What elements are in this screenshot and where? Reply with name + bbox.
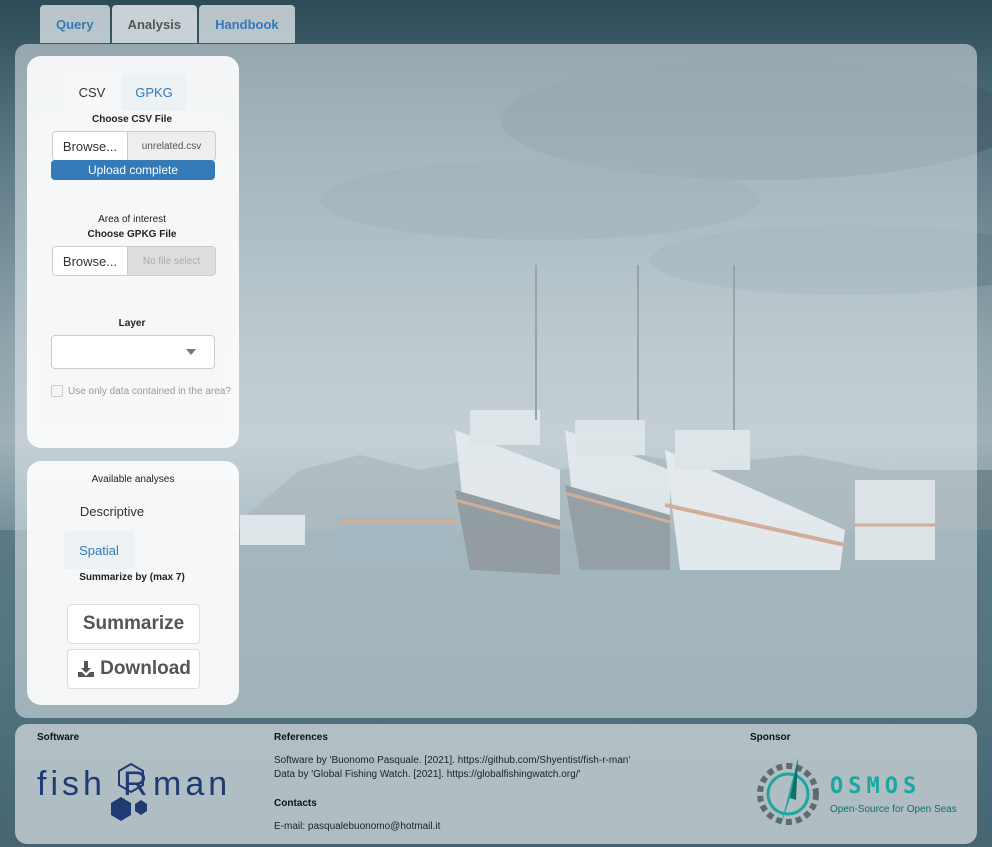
area-only-checkbox[interactable]: Use only data contained in the area? [51,385,231,397]
fishrman-logo-right: man [153,765,232,803]
footer: Software fish R man References Software … [15,724,977,844]
contact-email: E-mail: pasqualebuonomo@hotmail.it [274,821,441,832]
checkbox-box[interactable] [51,385,63,397]
reference-software: Software by 'Buonomo Pasquale. [2021]. h… [274,755,631,766]
analysis-card: Available analyses Descriptive Spatial S… [27,461,239,705]
contacts-heading: Contacts [274,798,317,809]
csv-browse-button[interactable]: Browse... [53,132,128,160]
osmos-logo-subtitle: Open-Source for Open Seas [830,804,957,815]
tab-analysis[interactable]: Analysis [111,5,198,43]
download-button-label: Download [100,658,191,679]
gpkg-file-label: Choose GPKG File [87,229,177,240]
subtab-spatial[interactable]: Spatial [64,531,134,569]
gpkg-file-input[interactable]: Browse... No file select [52,246,216,276]
summarize-by-label: Summarize by (max 7) [79,572,185,583]
area-only-checkbox-label: Use only data contained in the area? [68,385,231,397]
sponsor-heading: Sponsor [750,732,791,743]
subtab-csv[interactable]: CSV [64,73,120,111]
layer-label: Layer [118,318,146,329]
main-navbar: Query Analysis Handbook [40,5,295,45]
csv-filename: unrelated.csv [128,132,215,160]
osmos-logo-mark [757,758,819,828]
csv-file-label: Choose CSV File [91,114,172,125]
osmos-logo: OSMOS Open-Source for Open Seas [750,754,965,839]
tab-handbook[interactable]: Handbook [199,5,295,43]
csv-file-input[interactable]: Browse... unrelated.csv [52,131,216,161]
references-heading: References [274,732,328,743]
gpkg-browse-button[interactable]: Browse... [53,247,128,275]
osmos-logo-title: OSMOS [830,774,922,799]
fishrman-logo-left: fish [37,765,106,803]
input-card: CSV GPKG Choose CSV File Browse... unrel… [27,56,239,448]
available-analyses-label: Available analyses [91,474,175,485]
summarize-button-label: Summarize [82,613,185,634]
summarize-button[interactable]: Summarize [67,604,200,644]
tab-query[interactable]: Query [40,5,110,43]
download-button[interactable]: Download [67,649,200,689]
subtab-descriptive[interactable]: Descriptive [64,492,160,530]
layer-select[interactable] [51,335,215,369]
software-heading: Software [37,732,80,743]
gpkg-filename: No file select [128,247,215,275]
reference-data: Data by 'Global Fishing Watch. [2021]. h… [274,769,581,780]
chevron-down-icon [186,349,196,355]
fishrman-logo-r: R [123,765,148,803]
csv-upload-progress: Upload complete [51,160,215,180]
fishrman-logo: fish R man [37,762,247,832]
area-of-interest-label: Area of interest [98,214,166,225]
subtab-gpkg[interactable]: GPKG [122,73,186,111]
download-icon [78,661,95,677]
